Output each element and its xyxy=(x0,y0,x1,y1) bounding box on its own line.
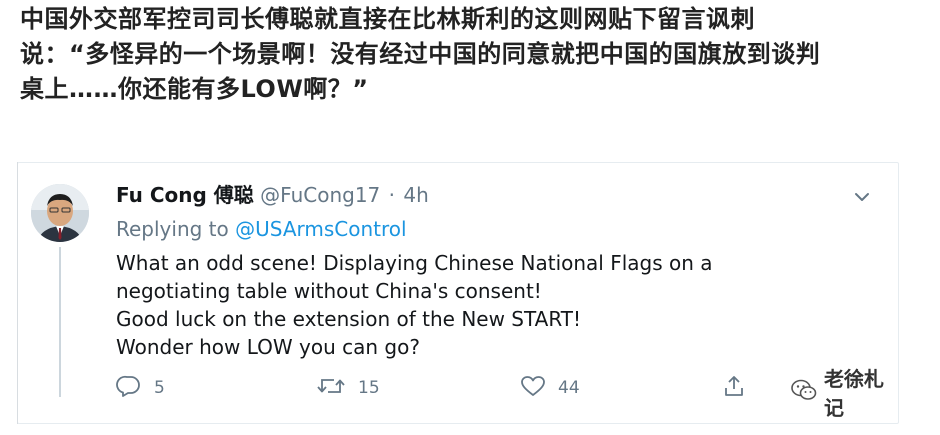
avatar[interactable] xyxy=(31,184,89,242)
reply-button[interactable]: 5 xyxy=(116,373,165,403)
heart-icon xyxy=(520,374,558,403)
tweet-card[interactable]: Fu Cong 傅聪 @FuCong17 · 4h Replying to @U… xyxy=(17,162,899,424)
display-name[interactable]: Fu Cong 傅聪 xyxy=(116,183,254,207)
tweet-actions: 5 15 44 xyxy=(116,373,756,403)
reply-icon xyxy=(116,374,154,403)
tweet-body-line: negotiating table without China's consen… xyxy=(116,279,542,303)
reply-count: 5 xyxy=(154,378,165,398)
like-button[interactable]: 44 xyxy=(520,373,580,403)
wechat-icon xyxy=(790,378,824,407)
tweet-body: What an odd scene! Displaying Chinese Na… xyxy=(116,249,846,361)
caption-line-3: 桌上……你还能有多LOW啊？” xyxy=(20,75,369,103)
like-count: 44 xyxy=(558,378,580,398)
tweet-body-line: Good luck on the extension of the New ST… xyxy=(116,307,582,331)
retweet-button[interactable]: 15 xyxy=(316,373,380,403)
share-icon xyxy=(722,374,758,403)
tweet-body-line: Wonder how LOW you can go? xyxy=(116,335,420,359)
caption-line-2: 说：“多怪异的一个场景啊！没有经过中国的同意就把中国的国旗放到谈判 xyxy=(20,40,821,68)
replying-prefix: Replying to xyxy=(116,217,236,241)
watermark-text: 老徐札记 xyxy=(824,367,884,420)
caption-line-1: 中国外交部军控司司长傅聪就直接在比林斯利的这则网贴下留言讽刺 xyxy=(20,5,755,33)
watermark: 老徐札记 xyxy=(786,367,898,420)
replying-mention-link[interactable]: @USArmsControl xyxy=(235,217,406,241)
news-caption: 中国外交部军控司司长傅聪就直接在比林斯利的这则网贴下留言讽刺 说：“多怪异的一个… xyxy=(20,2,925,107)
retweet-icon xyxy=(316,374,358,403)
tweet-time[interactable]: 4h xyxy=(403,183,428,207)
tweet-body-line: What an odd scene! Displaying Chinese Na… xyxy=(116,251,713,275)
thread-line xyxy=(59,247,61,397)
share-button[interactable] xyxy=(722,373,758,403)
chevron-down-icon[interactable] xyxy=(852,187,872,207)
user-handle[interactable]: @FuCong17 xyxy=(260,183,380,207)
tweet-header: Fu Cong 傅聪 @FuCong17 · 4h xyxy=(116,181,429,209)
replying-to: Replying to @USArmsControl xyxy=(116,215,407,243)
separator-dot: · xyxy=(388,183,395,207)
retweet-count: 15 xyxy=(358,378,380,398)
